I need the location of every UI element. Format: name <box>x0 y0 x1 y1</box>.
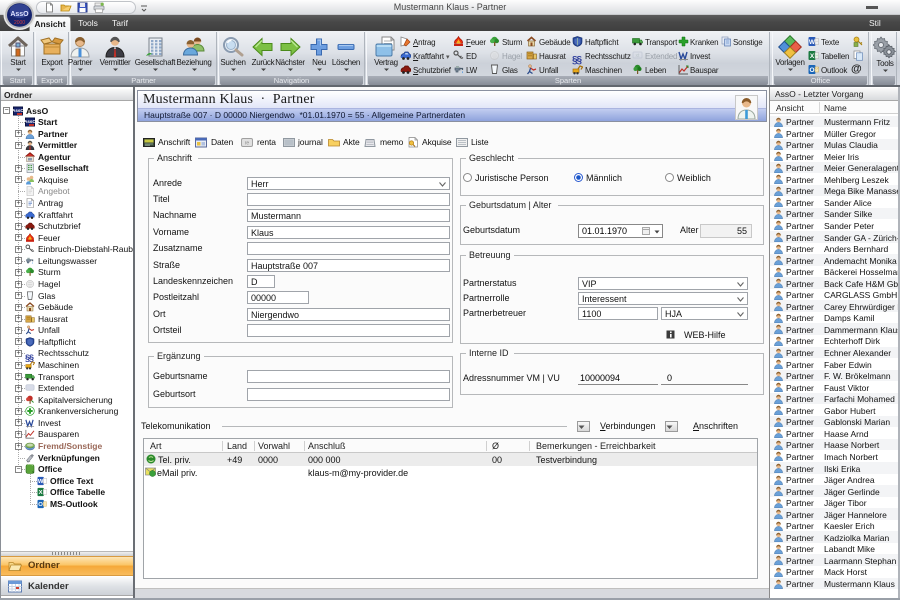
svg-text:2000: 2000 <box>14 20 25 26</box>
svg-text:re: re <box>245 141 250 147</box>
svg-text:AssO: AssO <box>25 119 35 124</box>
svg-text:xt: xt <box>636 53 641 59</box>
svg-text:AssO: AssO <box>10 11 29 18</box>
svg-text:X: X <box>810 53 815 60</box>
svg-text:W: W <box>38 479 44 485</box>
svg-text:X: X <box>39 490 43 496</box>
svg-text:AssO: AssO <box>13 108 23 113</box>
svg-text:O: O <box>809 67 814 74</box>
svg-text:O: O <box>38 502 43 508</box>
